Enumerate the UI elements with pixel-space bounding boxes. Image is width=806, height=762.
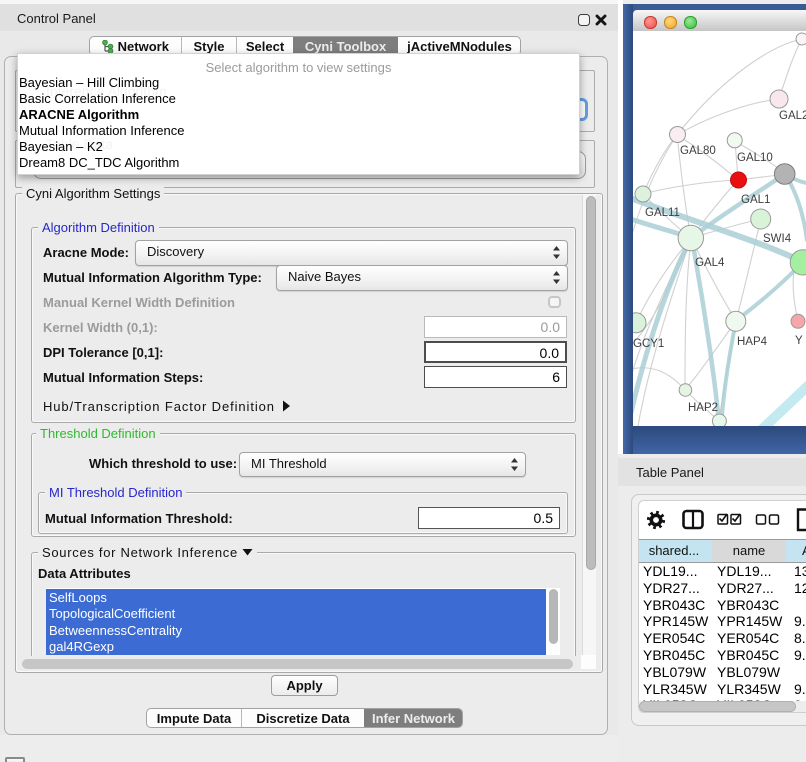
svg-text:Y: Y	[795, 335, 803, 347]
svg-text:GAL10: GAL10	[737, 152, 773, 164]
svg-text:GAL1: GAL1	[741, 194, 770, 206]
svg-text:GAL2: GAL2	[779, 110, 806, 122]
svg-text:GCY1: GCY1	[633, 338, 664, 350]
svg-text:HAP4: HAP4	[737, 336, 768, 348]
svg-text:HAP2: HAP2	[688, 402, 718, 414]
svg-text:GAL4: GAL4	[695, 257, 725, 269]
svg-text:GAL11: GAL11	[645, 207, 680, 219]
svg-text:GAL80: GAL80	[680, 145, 716, 157]
svg-text:SWI4: SWI4	[763, 233, 792, 245]
